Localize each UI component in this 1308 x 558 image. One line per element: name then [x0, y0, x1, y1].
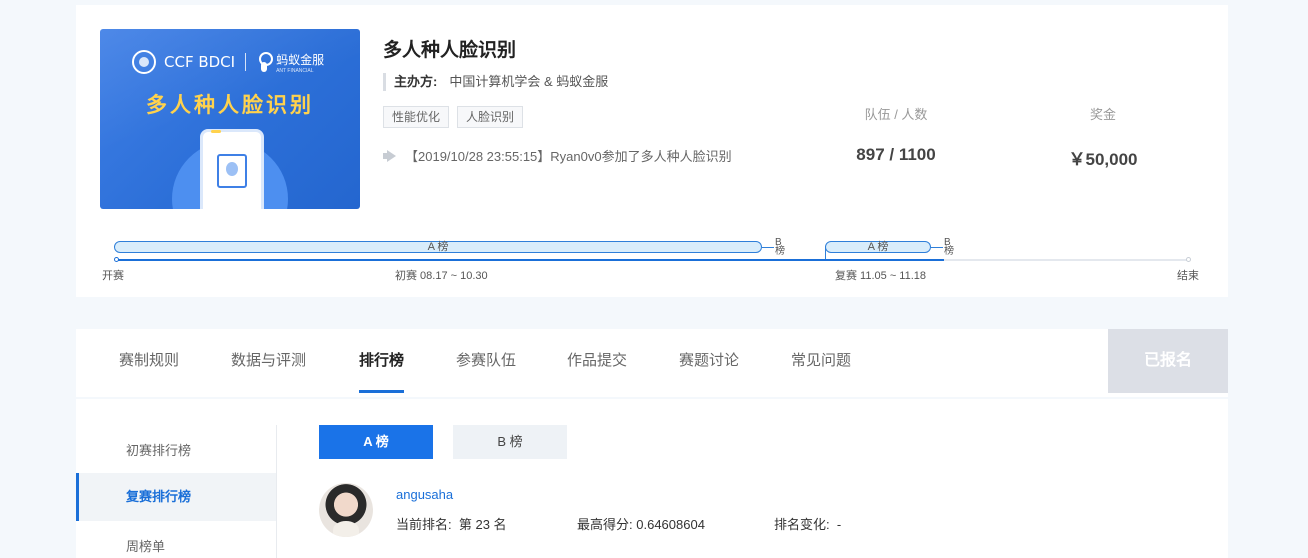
phone-camera-dot [211, 130, 221, 133]
tab-teams[interactable]: 参赛队伍 [456, 329, 516, 393]
tab-data-evaluation[interactable]: 数据与评测 [231, 329, 306, 393]
competition-tabs: 赛制规则 数据与评测 排行榜 参赛队伍 作品提交 赛题讨论 常见问题 已报名 [76, 329, 1228, 397]
competition-title: 多人种人脸识别 [383, 40, 517, 61]
sidebar-item-weekly-leaderboard[interactable]: 周榜单 [76, 523, 276, 558]
timeline-prelim-label: 初赛 08.17 ~ 10.30 [395, 270, 488, 282]
timeline-final-label: 复赛 11.05 ~ 11.18 [835, 270, 927, 282]
registered-button[interactable]: 已报名 [1108, 329, 1228, 393]
ant-logo-icon [256, 52, 274, 72]
activity-news: 【2019/10/28 23:55:15】Ryan0v0参加了多人种人脸识别 [383, 146, 732, 165]
score-value: 0.64608604 [636, 517, 705, 532]
tag[interactable]: 人脸识别 [457, 106, 524, 128]
timeline-progress [116, 259, 944, 261]
sidebar-item-prelim-leaderboard[interactable]: 初赛排行榜 [76, 427, 276, 475]
board-a-button[interactable]: A 榜 [319, 425, 433, 459]
megaphone-icon [383, 150, 397, 162]
final-b-text: B 榜 [944, 237, 954, 257]
board-b-button[interactable]: B 榜 [453, 425, 567, 459]
rank-info: 当前排名: 第 23 名 [396, 514, 507, 533]
competition-tags: 性能优化 人脸识别 [383, 106, 524, 128]
avatar[interactable] [319, 483, 373, 537]
tab-leaderboard[interactable]: 排行榜 [359, 329, 405, 393]
ccf-logo-text: CCF BDCI [164, 53, 236, 71]
prize-stat: 奖金 ￥50,000 [1043, 104, 1163, 170]
phone-face-scan-icon [200, 129, 264, 209]
ant-logo-text: 蚂蚁金服 ANT FINANCIAL [276, 51, 324, 74]
sidebar-item-final-leaderboard[interactable]: 复赛排行榜 [76, 473, 276, 521]
sidebar-divider [276, 425, 277, 558]
tab-discussion[interactable]: 赛题讨论 [679, 329, 739, 393]
tab-submission[interactable]: 作品提交 [567, 329, 627, 393]
teams-stat: 队伍 / 人数 897 / 1100 [836, 104, 956, 165]
final-b-board-label: B 榜 [944, 237, 954, 257]
rank-label: 当前排名: [396, 517, 452, 532]
rank-change-label: 排名变化: [774, 517, 830, 532]
leaderboard-panel: 初赛排行榜 复赛排行榜 周榜单 A 榜 B 榜 angusaha 当前排名: 第… [76, 399, 1228, 558]
competition-banner[interactable]: CCF BDCI 蚂蚁金服 ANT FINANCIAL 多人种人脸识别 [100, 29, 360, 209]
teams-label: 队伍 / 人数 [864, 107, 928, 122]
tab-faq[interactable]: 常见问题 [791, 329, 851, 393]
face-frame-icon [217, 154, 247, 188]
logo-divider [245, 53, 247, 71]
ant-logo-name: 蚂蚁金服 [276, 52, 325, 67]
timeline-start-dot [114, 257, 119, 262]
prelim-b-text: B 榜 [775, 237, 785, 257]
competition-header-card: CCF BDCI 蚂蚁金服 ANT FINANCIAL 多人种人脸识别 多人种人… [76, 5, 1228, 297]
leader-username[interactable]: angusaha [396, 487, 453, 502]
rank-change-info: 排名变化: - [774, 514, 841, 533]
ant-logo-sub: ANT FINANCIAL [276, 67, 314, 74]
news-text: 【2019/10/28 23:55:15】Ryan0v0参加了多人种人脸识别 [405, 149, 732, 164]
rank-value: 第 23 名 [458, 517, 507, 532]
score-label: 最高得分: [577, 517, 633, 532]
timeline-end-dot [1186, 257, 1191, 262]
prelim-b-board-label: B 榜 [775, 237, 785, 257]
prelim-connector [762, 247, 774, 248]
tab-rules[interactable]: 赛制规则 [119, 329, 179, 393]
timeline-start-label: 开赛 [102, 270, 124, 282]
prize-label: 奖金 [1089, 107, 1116, 122]
host-label: 主办方: [394, 74, 438, 89]
final-a-board-bar: A 榜 [825, 241, 931, 253]
prize-value: ￥50,000 [1068, 150, 1138, 169]
tag[interactable]: 性能优化 [383, 106, 450, 128]
rank-change-value: - [836, 517, 842, 532]
ccf-seal-icon [132, 50, 156, 74]
teams-value: 897 / 1100 [856, 145, 936, 164]
host-value: 中国计算机学会 & 蚂蚁金服 [449, 74, 609, 89]
banner-title: 多人种人脸识别 [146, 94, 314, 117]
host-line: 主办方: 中国计算机学会 & 蚂蚁金服 [383, 73, 608, 91]
final-connector [931, 247, 943, 248]
prelim-a-board-bar: A 榜 [114, 241, 762, 253]
score-info: 最高得分: 0.64608604 [577, 514, 705, 533]
timeline-end-label: 结束 [1177, 270, 1199, 282]
banner-logos: CCF BDCI 蚂蚁金服 ANT FINANCIAL [132, 49, 324, 75]
